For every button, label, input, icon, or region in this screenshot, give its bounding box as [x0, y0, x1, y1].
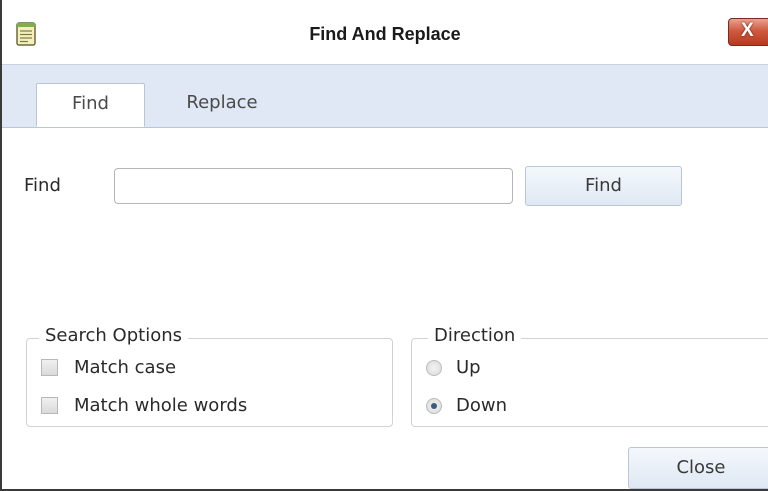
tab-replace[interactable]: Replace [162, 83, 282, 127]
down-radio[interactable] [426, 397, 442, 414]
window-close-button[interactable]: X [728, 18, 768, 46]
find-label: Find [24, 175, 61, 196]
search-options-group: Search Options Match case Match whole wo… [26, 325, 393, 427]
up-label: Up [456, 357, 481, 378]
title-bar[interactable]: Find And Replace X [2, 0, 768, 64]
close-button[interactable]: Close [628, 447, 768, 489]
direction-group: Direction Up Down [411, 325, 768, 427]
match-whole-words-option[interactable]: Match whole words [41, 395, 247, 416]
window-title: Find And Replace [309, 24, 461, 44]
close-icon: X [741, 20, 754, 41]
match-whole-words-label: Match whole words [74, 395, 248, 416]
match-case-checkbox[interactable] [41, 359, 58, 376]
match-case-label: Match case [74, 357, 177, 378]
direction-up-option[interactable]: Up [426, 357, 481, 378]
find-button[interactable]: Find [525, 166, 682, 206]
tab-strip: Find Replace [2, 64, 768, 128]
up-radio[interactable] [426, 359, 442, 376]
search-options-legend: Search Options [39, 325, 189, 346]
match-whole-words-checkbox[interactable] [41, 397, 58, 414]
match-case-option[interactable]: Match case [41, 357, 176, 378]
direction-legend: Direction [428, 325, 522, 346]
down-label: Down [456, 395, 508, 416]
find-replace-window: Find And Replace X Find Replace Find Fin… [0, 0, 768, 491]
find-input[interactable] [114, 168, 513, 204]
tab-find[interactable]: Find [36, 83, 145, 127]
direction-down-option[interactable]: Down [426, 395, 507, 416]
